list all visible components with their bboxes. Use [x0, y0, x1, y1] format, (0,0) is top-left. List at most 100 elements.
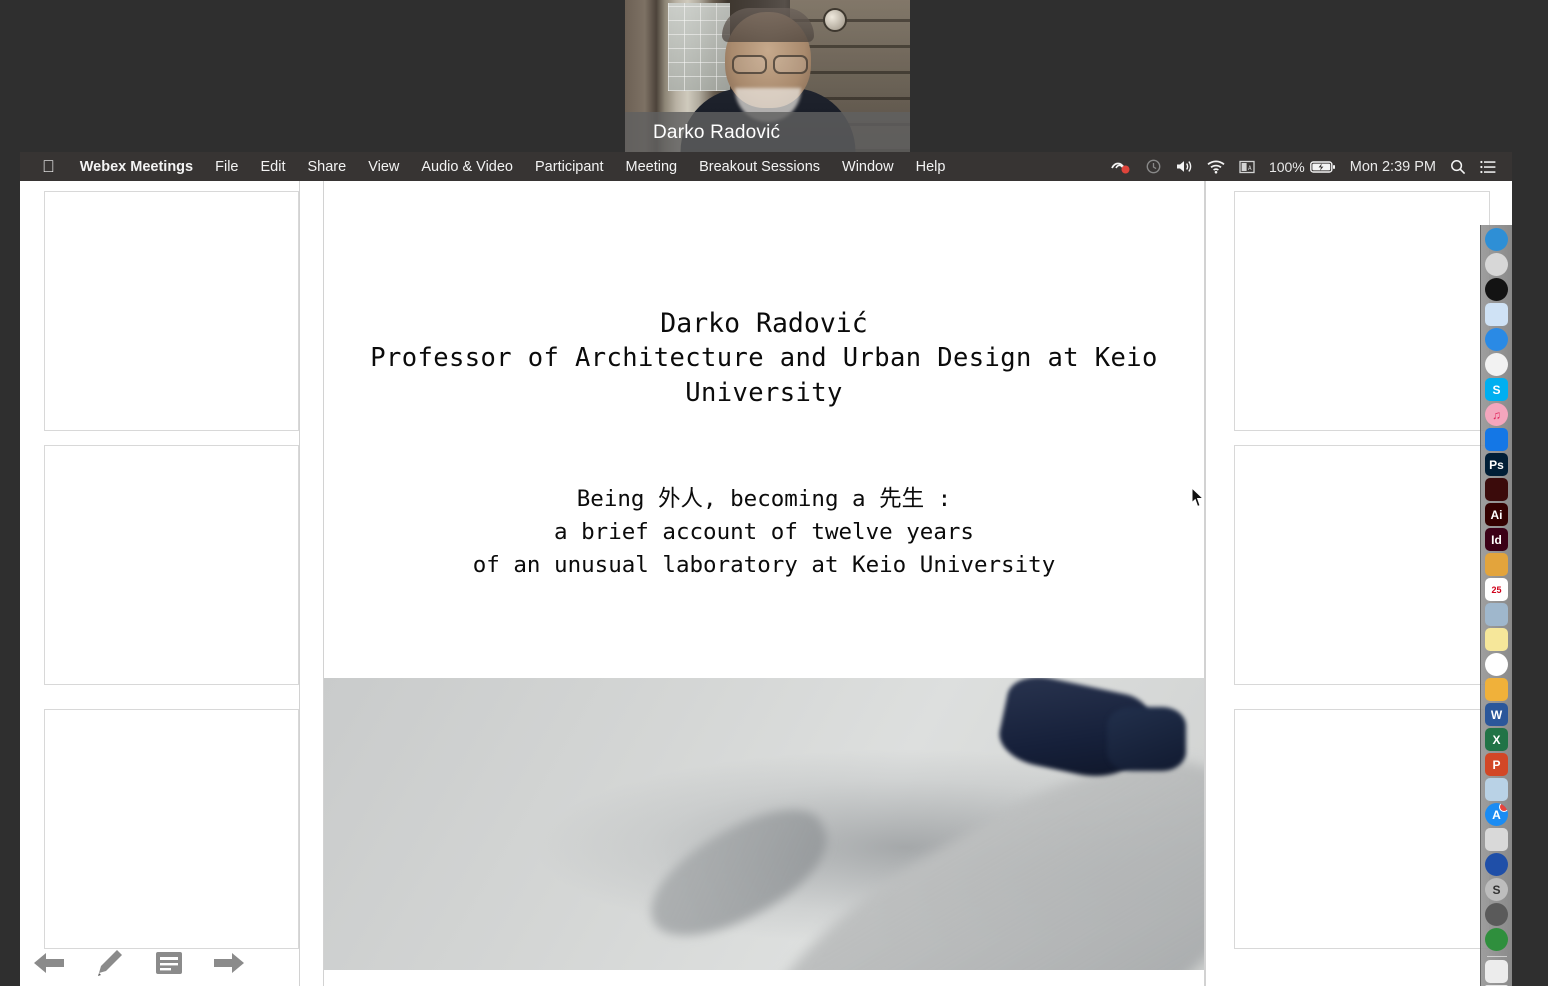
- indesign-icon: Id: [1491, 532, 1502, 547]
- left-thumbnail-column: [20, 181, 300, 986]
- apple-icon[interactable]: : [42, 158, 55, 175]
- dock-item-acrobat[interactable]: [1485, 478, 1508, 501]
- dock-item-calendar[interactable]: 25: [1485, 578, 1508, 601]
- dock-item-video-camera[interactable]: [1485, 428, 1508, 451]
- microsoft-excel-icon: X: [1492, 732, 1501, 747]
- dock-item-finder[interactable]: [1485, 228, 1508, 251]
- dock-item-app-store[interactable]: A: [1485, 803, 1508, 826]
- calendar-icon: 25: [1491, 584, 1502, 595]
- thumbnail-slide[interactable]: [1234, 445, 1490, 685]
- input-source-icon[interactable]: A: [1239, 160, 1255, 174]
- dock-item-pages[interactable]: [1485, 678, 1508, 701]
- slide-title: Darko Radović Professor of Architecture …: [324, 306, 1204, 411]
- slide-subtitle: Being 外人, becoming a 先生 : a brief accoun…: [324, 483, 1204, 582]
- slide-subtitle-line1: Being 外人, becoming a 先生 :: [576, 486, 952, 512]
- hand-shape: [631, 791, 844, 956]
- dock-separator: [1486, 956, 1507, 957]
- dock-item-launchpad-rocket[interactable]: [1485, 903, 1508, 926]
- dock-item-microsoft-powerpoint[interactable]: P: [1485, 753, 1508, 776]
- dock-item-notes[interactable]: [1485, 628, 1508, 651]
- thumbnail-slide[interactable]: [44, 191, 299, 431]
- window-behind-speaker: [667, 3, 731, 92]
- dock-item-photoshop[interactable]: Ps: [1485, 453, 1508, 476]
- menu-item-file[interactable]: File: [204, 159, 249, 175]
- thumbnail-slide[interactable]: [44, 445, 299, 685]
- dock-item-microsoft-word[interactable]: W: [1485, 703, 1508, 726]
- speaker-hair: [721, 7, 814, 42]
- skype-icon: S: [1492, 382, 1501, 397]
- photoshop-icon: Ps: [1489, 457, 1504, 472]
- menu-item-breakout-sessions[interactable]: Breakout Sessions: [688, 159, 831, 175]
- dock-item-globe-app[interactable]: [1485, 928, 1508, 951]
- dock-item-downloads-stack[interactable]: [1485, 960, 1508, 983]
- next-arrow-icon[interactable]: [210, 944, 248, 982]
- menu-item-view[interactable]: View: [357, 159, 410, 175]
- macos-menu-bar:  Webex Meetings File Edit Share View Au…: [20, 152, 1512, 181]
- menu-item-participant[interactable]: Participant: [524, 159, 615, 175]
- eyeglass-right: [772, 54, 808, 74]
- menu-item-audio-video[interactable]: Audio & Video: [410, 159, 524, 175]
- participant-video-tile[interactable]: Darko Radović: [625, 0, 910, 152]
- menu-status-area: A 100% Mon 2:39 PM: [1110, 159, 1512, 175]
- dock-item-scanner[interactable]: [1485, 603, 1508, 626]
- dock-item-google-chrome[interactable]: [1485, 353, 1508, 376]
- webex-recording-icon[interactable]: [1110, 159, 1132, 175]
- eyeglass-left: [731, 54, 767, 74]
- menu-item-help[interactable]: Help: [905, 159, 957, 175]
- dock-item-sketch-disc[interactable]: S: [1485, 878, 1508, 901]
- dock-item-safari[interactable]: [1485, 328, 1508, 351]
- volume-icon[interactable]: [1175, 159, 1193, 174]
- pencil-icon[interactable]: [90, 944, 128, 982]
- slide-subtitle-line3: of an unusual laboratory at Keio Univers…: [472, 552, 1056, 578]
- microsoft-powerpoint-icon: P: [1492, 757, 1501, 772]
- battery-charging-icon: [1309, 160, 1335, 173]
- list-icon[interactable]: [1480, 160, 1496, 174]
- svg-text:A: A: [1248, 165, 1252, 172]
- dock-item-skype[interactable]: S: [1485, 378, 1508, 401]
- thumbnail-slide[interactable]: [1234, 709, 1490, 949]
- dock-item-preview[interactable]: [1485, 303, 1508, 326]
- dock-item-illustrator[interactable]: Ai: [1485, 503, 1508, 526]
- dock-item-image-capture[interactable]: [1485, 778, 1508, 801]
- current-slide[interactable]: Darko Radović Professor of Architecture …: [323, 181, 1205, 986]
- battery-status[interactable]: 100%: [1269, 159, 1336, 175]
- dock-item-books[interactable]: [1485, 828, 1508, 851]
- dock-item-music[interactable]: ♫: [1485, 403, 1508, 426]
- menu-clock[interactable]: Mon 2:39 PM: [1350, 159, 1436, 175]
- microsoft-word-icon: W: [1490, 707, 1503, 722]
- slide-title-line2: Professor of Architecture and Urban Desi…: [370, 343, 1158, 408]
- notes-icon[interactable]: [150, 944, 188, 982]
- presentation-workspace: Darko Radović Professor of Architecture …: [20, 181, 1512, 986]
- previous-arrow-icon[interactable]: [30, 944, 68, 982]
- dock-badge: [1499, 803, 1508, 812]
- dock-item-fantastical-disc[interactable]: [1485, 278, 1508, 301]
- thumbnail-slide[interactable]: [1234, 191, 1490, 431]
- menu-item-meeting[interactable]: Meeting: [615, 159, 689, 175]
- search-icon[interactable]: [1450, 159, 1466, 175]
- slide-subtitle-line2: a brief account of twelve years: [554, 519, 974, 545]
- right-thumbnail-column: [1205, 181, 1505, 986]
- illustrator-icon: Ai: [1490, 507, 1503, 522]
- macos-dock[interactable]: S ♫ Ps Ai Id 25 W X P A S: [1480, 225, 1512, 986]
- menu-app-name[interactable]: Webex Meetings: [69, 159, 204, 175]
- wifi-icon[interactable]: [1207, 160, 1225, 174]
- participant-name: Darko Radović: [653, 122, 781, 143]
- sleeve-cuff-shape: [1107, 707, 1187, 772]
- dock-item-folder-orange[interactable]: [1485, 553, 1508, 576]
- dock-item-color-wheel[interactable]: [1485, 653, 1508, 676]
- dock-item-quicktime[interactable]: [1485, 853, 1508, 876]
- dock-item-microsoft-excel[interactable]: X: [1485, 728, 1508, 751]
- participant-name-bar: Darko Radović: [625, 112, 910, 152]
- thumbnail-slide[interactable]: [44, 709, 299, 949]
- desktop-screen:  Webex Meetings File Edit Share View Au…: [20, 152, 1512, 986]
- menu-item-window[interactable]: Window: [831, 159, 905, 175]
- battery-percent: 100%: [1268, 158, 1305, 175]
- slide-title-line1: Darko Radović: [660, 308, 868, 339]
- dock-item-system-preferences[interactable]: [1485, 253, 1508, 276]
- dock-item-indesign[interactable]: Id: [1485, 528, 1508, 551]
- wall-clock: [823, 7, 848, 32]
- clock-icon[interactable]: [1146, 159, 1161, 174]
- menu-item-share[interactable]: Share: [296, 159, 357, 175]
- slide-toolbar: [30, 944, 248, 982]
- menu-item-edit[interactable]: Edit: [249, 159, 296, 175]
